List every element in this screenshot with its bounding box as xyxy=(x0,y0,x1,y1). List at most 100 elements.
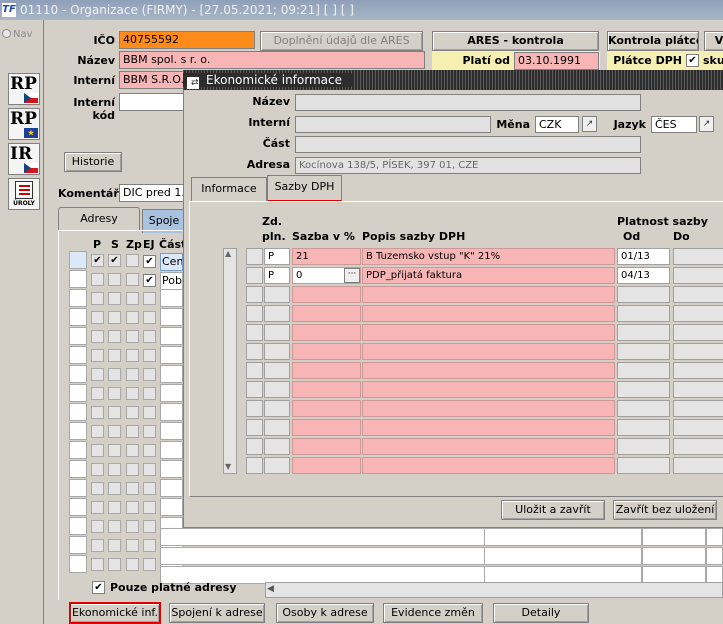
popis-cell[interactable] xyxy=(362,457,615,474)
row-selector[interactable] xyxy=(246,286,263,303)
row-selector[interactable] xyxy=(69,555,87,573)
sazba-cell[interactable] xyxy=(292,400,361,417)
table-cell[interactable] xyxy=(484,547,642,565)
list-item[interactable] xyxy=(160,403,183,421)
do-cell[interactable] xyxy=(673,343,723,360)
s-checkbox[interactable] xyxy=(108,425,121,438)
s-checkbox[interactable]: ✔ xyxy=(108,254,121,267)
table-cell[interactable] xyxy=(642,528,706,546)
popis-cell[interactable] xyxy=(362,381,615,398)
ej-checkbox[interactable] xyxy=(143,558,156,571)
pln-cell[interactable] xyxy=(264,286,290,303)
row-selector[interactable] xyxy=(246,324,263,341)
ej-checkbox[interactable] xyxy=(143,520,156,533)
pln-cell[interactable] xyxy=(264,400,290,417)
p-checkbox[interactable] xyxy=(91,463,104,476)
row-selector[interactable] xyxy=(69,422,87,440)
rp-cz-icon[interactable]: RP xyxy=(8,73,40,105)
ej-checkbox[interactable] xyxy=(143,501,156,514)
zp-checkbox[interactable] xyxy=(126,406,139,419)
zp-checkbox[interactable] xyxy=(126,368,139,381)
p-checkbox[interactable] xyxy=(91,273,104,286)
pouze-platne-checkbox[interactable]: ✔ xyxy=(92,581,105,594)
row-selector[interactable] xyxy=(246,343,263,360)
sazba-cell[interactable]: 21 xyxy=(292,248,361,265)
jazyk-lov-icon[interactable]: ↗ xyxy=(699,116,714,132)
list-item[interactable] xyxy=(160,422,183,440)
od-cell[interactable] xyxy=(617,438,670,455)
s-checkbox[interactable] xyxy=(108,349,121,362)
popis-cell[interactable] xyxy=(362,286,615,303)
do-cell[interactable] xyxy=(673,305,723,322)
s-checkbox[interactable] xyxy=(108,368,121,381)
horizontal-scrollbar[interactable] xyxy=(265,582,723,598)
ej-checkbox[interactable]: ✔ xyxy=(143,255,156,268)
osoby-k-adrese-button[interactable]: Osoby k adrese xyxy=(276,603,374,623)
table-cell[interactable] xyxy=(706,547,723,565)
spojeni-k-adrese-button[interactable]: Spojení k adrese xyxy=(169,603,265,623)
ares-kontrola-button[interactable]: ARES - kontrola xyxy=(432,31,599,51)
row-selector[interactable] xyxy=(69,308,87,326)
zp-checkbox[interactable] xyxy=(126,482,139,495)
ej-checkbox[interactable] xyxy=(143,330,156,343)
interni-field[interactable]: BBM S.R.O. xyxy=(119,71,185,89)
popis-cell[interactable] xyxy=(362,324,615,341)
pln-cell[interactable] xyxy=(264,419,290,436)
zp-checkbox[interactable] xyxy=(126,539,139,552)
p-checkbox[interactable] xyxy=(91,520,104,533)
do-cell[interactable] xyxy=(673,457,723,474)
row-selector[interactable] xyxy=(69,441,87,459)
row-selector[interactable] xyxy=(246,381,263,398)
pln-cell[interactable] xyxy=(264,381,290,398)
ej-checkbox[interactable]: ✔ xyxy=(143,274,156,287)
od-cell[interactable] xyxy=(617,362,670,379)
do-cell[interactable] xyxy=(673,324,723,341)
zp-checkbox[interactable] xyxy=(126,425,139,438)
popis-cell[interactable] xyxy=(362,400,615,417)
row-selector[interactable] xyxy=(69,251,87,269)
od-cell[interactable] xyxy=(617,457,670,474)
vertical-scrollbar[interactable] xyxy=(223,248,237,474)
row-selector[interactable] xyxy=(69,517,87,535)
row-selector[interactable] xyxy=(69,479,87,497)
list-item[interactable] xyxy=(160,479,183,497)
list-item[interactable] xyxy=(160,498,183,516)
p-checkbox[interactable] xyxy=(91,425,104,438)
popis-cell[interactable]: B Tuzemsko vstup "K" 21% xyxy=(362,248,615,265)
ej-checkbox[interactable] xyxy=(143,368,156,381)
do-cell[interactable] xyxy=(673,248,723,265)
zp-checkbox[interactable] xyxy=(126,463,139,476)
ulozit-a-zavrit-button[interactable]: Uložit a zavřít xyxy=(501,500,605,520)
row-selector[interactable] xyxy=(69,403,87,421)
od-cell[interactable] xyxy=(617,286,670,303)
list-item[interactable]: Cen xyxy=(160,253,183,271)
list-item[interactable]: Pob xyxy=(160,272,183,290)
s-checkbox[interactable] xyxy=(108,520,121,533)
popis-cell[interactable] xyxy=(362,438,615,455)
ej-checkbox[interactable] xyxy=(143,387,156,400)
interni-kod-field[interactable] xyxy=(119,93,185,111)
ej-checkbox[interactable] xyxy=(143,406,156,419)
jazyk-field[interactable]: ČES xyxy=(651,116,697,133)
ej-checkbox[interactable] xyxy=(143,311,156,324)
zp-checkbox[interactable] xyxy=(126,254,139,267)
popis-cell[interactable] xyxy=(362,362,615,379)
row-selector[interactable] xyxy=(69,536,87,554)
ej-checkbox[interactable] xyxy=(143,539,156,552)
do-cell[interactable] xyxy=(673,267,723,284)
p-checkbox[interactable] xyxy=(91,444,104,457)
zp-checkbox[interactable] xyxy=(126,292,139,305)
row-selector[interactable] xyxy=(69,384,87,402)
s-checkbox[interactable] xyxy=(108,273,121,286)
s-checkbox[interactable] xyxy=(108,444,121,457)
scroll-down-icon[interactable]: ▼ xyxy=(225,462,231,471)
row-selector[interactable] xyxy=(69,270,87,288)
list-item[interactable] xyxy=(160,460,183,478)
p-checkbox[interactable] xyxy=(91,368,104,381)
pln-cell[interactable] xyxy=(264,457,290,474)
s-checkbox[interactable] xyxy=(108,387,121,400)
rp-eu-icon[interactable]: RP ★ xyxy=(8,108,40,140)
ico-field[interactable]: 40755592 xyxy=(119,31,255,49)
list-item[interactable] xyxy=(160,384,183,402)
row-selector[interactable] xyxy=(246,267,263,284)
